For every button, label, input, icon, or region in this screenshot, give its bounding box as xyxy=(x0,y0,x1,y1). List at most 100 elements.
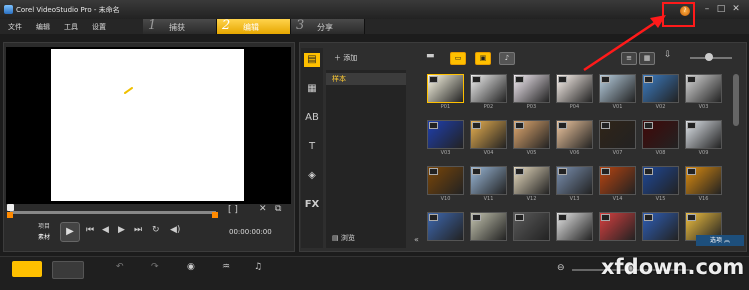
options-button[interactable]: 选项 ︽ xyxy=(696,235,744,246)
clip-mode-label[interactable]: 素材 xyxy=(38,232,50,241)
transition-icon[interactable]: AB xyxy=(304,111,320,125)
media-thumbnail[interactable] xyxy=(685,166,722,195)
title-icon[interactable]: T xyxy=(304,140,320,154)
options-label: 选项 xyxy=(710,237,723,244)
audio-mixer-icon[interactable]: ♒ xyxy=(222,262,230,272)
media-thumbnail[interactable] xyxy=(642,166,679,195)
redo-icon[interactable]: ↷ xyxy=(151,262,159,272)
media-type-badge-icon xyxy=(515,214,524,221)
media-thumbnail[interactable] xyxy=(556,212,593,241)
auto-music-icon[interactable]: ♫ xyxy=(254,262,262,272)
tab-share[interactable]: 3 分享 xyxy=(291,18,365,34)
menu-file[interactable]: 文件 xyxy=(8,22,22,32)
media-thumbnail[interactable] xyxy=(642,212,679,241)
media-type-badge-icon xyxy=(687,214,696,221)
close-button[interactable]: ✕ xyxy=(730,4,742,15)
trim-brackets[interactable]: [ ] xyxy=(228,205,238,215)
thumb-size-knob[interactable] xyxy=(705,53,713,61)
media-type-badge-icon xyxy=(601,76,610,83)
graphic-icon[interactable]: ◈ xyxy=(304,169,320,183)
project-mode-label[interactable]: 项目 xyxy=(38,221,50,230)
menu-settings[interactable]: 设置 xyxy=(92,22,106,32)
timecode-display[interactable]: 00:00:00:00 xyxy=(229,228,272,236)
play-button[interactable]: ▶ xyxy=(60,222,80,242)
record-capture-icon[interactable]: ◉ xyxy=(187,262,195,272)
thumbnail-label: V07 xyxy=(612,150,623,156)
media-thumbnail[interactable] xyxy=(427,120,464,149)
thumbnail-grid: P01 P02 P03 P04 V01 V02 V03 V03 V04 V05 V06 V07 V08 V… xyxy=(413,72,731,247)
media-thumbnail[interactable] xyxy=(556,166,593,195)
media-thumbnail[interactable] xyxy=(685,74,722,103)
media-thumbnail[interactable] xyxy=(642,120,679,149)
media-thumbnail[interactable] xyxy=(556,120,593,149)
media-thumbnail[interactable] xyxy=(427,74,464,103)
media-thumbnail[interactable] xyxy=(556,74,593,103)
zoom-out-icon[interactable]: ⊖ xyxy=(557,263,565,273)
media-thumbnail[interactable] xyxy=(642,74,679,103)
media-thumbnail[interactable] xyxy=(513,120,550,149)
tab-edit[interactable]: 2 编辑 xyxy=(217,18,291,34)
menu-edit[interactable]: 编辑 xyxy=(36,22,50,32)
end-icon[interactable]: ⏭ xyxy=(134,225,142,235)
media-thumbnail[interactable] xyxy=(470,212,507,241)
media-type-badge-icon xyxy=(558,168,567,175)
minimize-button[interactable]: – xyxy=(701,4,713,15)
library-scrollbar[interactable] xyxy=(733,74,739,126)
media-thumbnail[interactable] xyxy=(470,74,507,103)
thumbnail-label: V03 xyxy=(698,104,709,110)
filter-fx-icon[interactable]: FX xyxy=(304,198,320,212)
media-type-badge-icon xyxy=(472,168,481,175)
show-photo-toggle[interactable]: ▣ xyxy=(475,52,491,65)
folder-item-sample[interactable]: 样本 xyxy=(326,73,406,85)
media-type-badge-icon xyxy=(644,76,653,83)
tab-capture[interactable]: 1 捕获 xyxy=(143,18,217,34)
media-thumbnail[interactable] xyxy=(470,120,507,149)
media-thumbnail[interactable] xyxy=(599,212,636,241)
media-thumbnail[interactable] xyxy=(599,74,636,103)
collapse-left-icon[interactable]: « xyxy=(414,235,419,244)
thumbnail-label: P04 xyxy=(569,104,580,110)
trim-start-marker[interactable] xyxy=(7,212,13,218)
window-title: Corel VideoStudio Pro - 未命名 xyxy=(16,6,120,14)
open-folder-icon[interactable]: ▬ xyxy=(426,51,435,61)
media-type-badge-icon xyxy=(429,76,438,83)
storyboard-view-button[interactable] xyxy=(12,261,42,277)
preview-canvas xyxy=(51,49,244,201)
media-type-badge-icon xyxy=(515,76,524,83)
show-audio-toggle[interactable]: ♪ xyxy=(499,52,515,65)
split-clip-icon[interactable]: ✕ xyxy=(259,204,267,214)
maximize-button[interactable]: □ xyxy=(715,4,727,15)
media-thumbnail[interactable] xyxy=(470,166,507,195)
enlarge-icon[interactable]: ⧉ xyxy=(275,204,281,214)
thumbnail-label: V12 xyxy=(526,196,537,202)
thumbnail-label: V05 xyxy=(526,150,537,156)
timeline-view-button[interactable] xyxy=(52,261,84,279)
volume-icon[interactable]: ◀) xyxy=(170,225,180,235)
media-type-badge-icon xyxy=(429,168,438,175)
add-folder-button[interactable]: ＋ 添加 xyxy=(334,53,357,63)
thumbnail-label: V13 xyxy=(569,196,580,202)
media-thumbnail[interactable] xyxy=(513,74,550,103)
undo-icon[interactable]: ↶ xyxy=(116,262,124,272)
scrub-bar[interactable] xyxy=(10,211,216,214)
instant-project-icon[interactable]: ▦ xyxy=(304,82,320,96)
home-icon[interactable]: ⏮ xyxy=(86,225,94,235)
media-thumbnail[interactable] xyxy=(599,166,636,195)
browse-button[interactable]: ▤ 浏览 xyxy=(332,233,355,243)
scrubber-handle[interactable] xyxy=(7,204,14,211)
media-thumbnail[interactable] xyxy=(599,120,636,149)
media-type-badge-icon xyxy=(429,122,438,129)
media-thumbnail[interactable] xyxy=(427,212,464,241)
media-thumbnail[interactable] xyxy=(513,166,550,195)
prev-frame-icon[interactable]: ◀ xyxy=(102,225,109,235)
menu-tools[interactable]: 工具 xyxy=(64,22,78,32)
media-category-icon[interactable]: ▤ xyxy=(304,53,320,67)
media-thumbnail[interactable] xyxy=(513,212,550,241)
repeat-icon[interactable]: ↻ xyxy=(152,225,160,235)
media-thumbnail[interactable] xyxy=(685,120,722,149)
media-thumbnail[interactable] xyxy=(427,166,464,195)
step-number: 3 xyxy=(296,18,305,33)
next-frame-icon[interactable]: ▶ xyxy=(118,225,125,235)
show-video-toggle[interactable]: ▭ xyxy=(450,52,466,65)
trim-end-marker[interactable] xyxy=(212,212,218,218)
